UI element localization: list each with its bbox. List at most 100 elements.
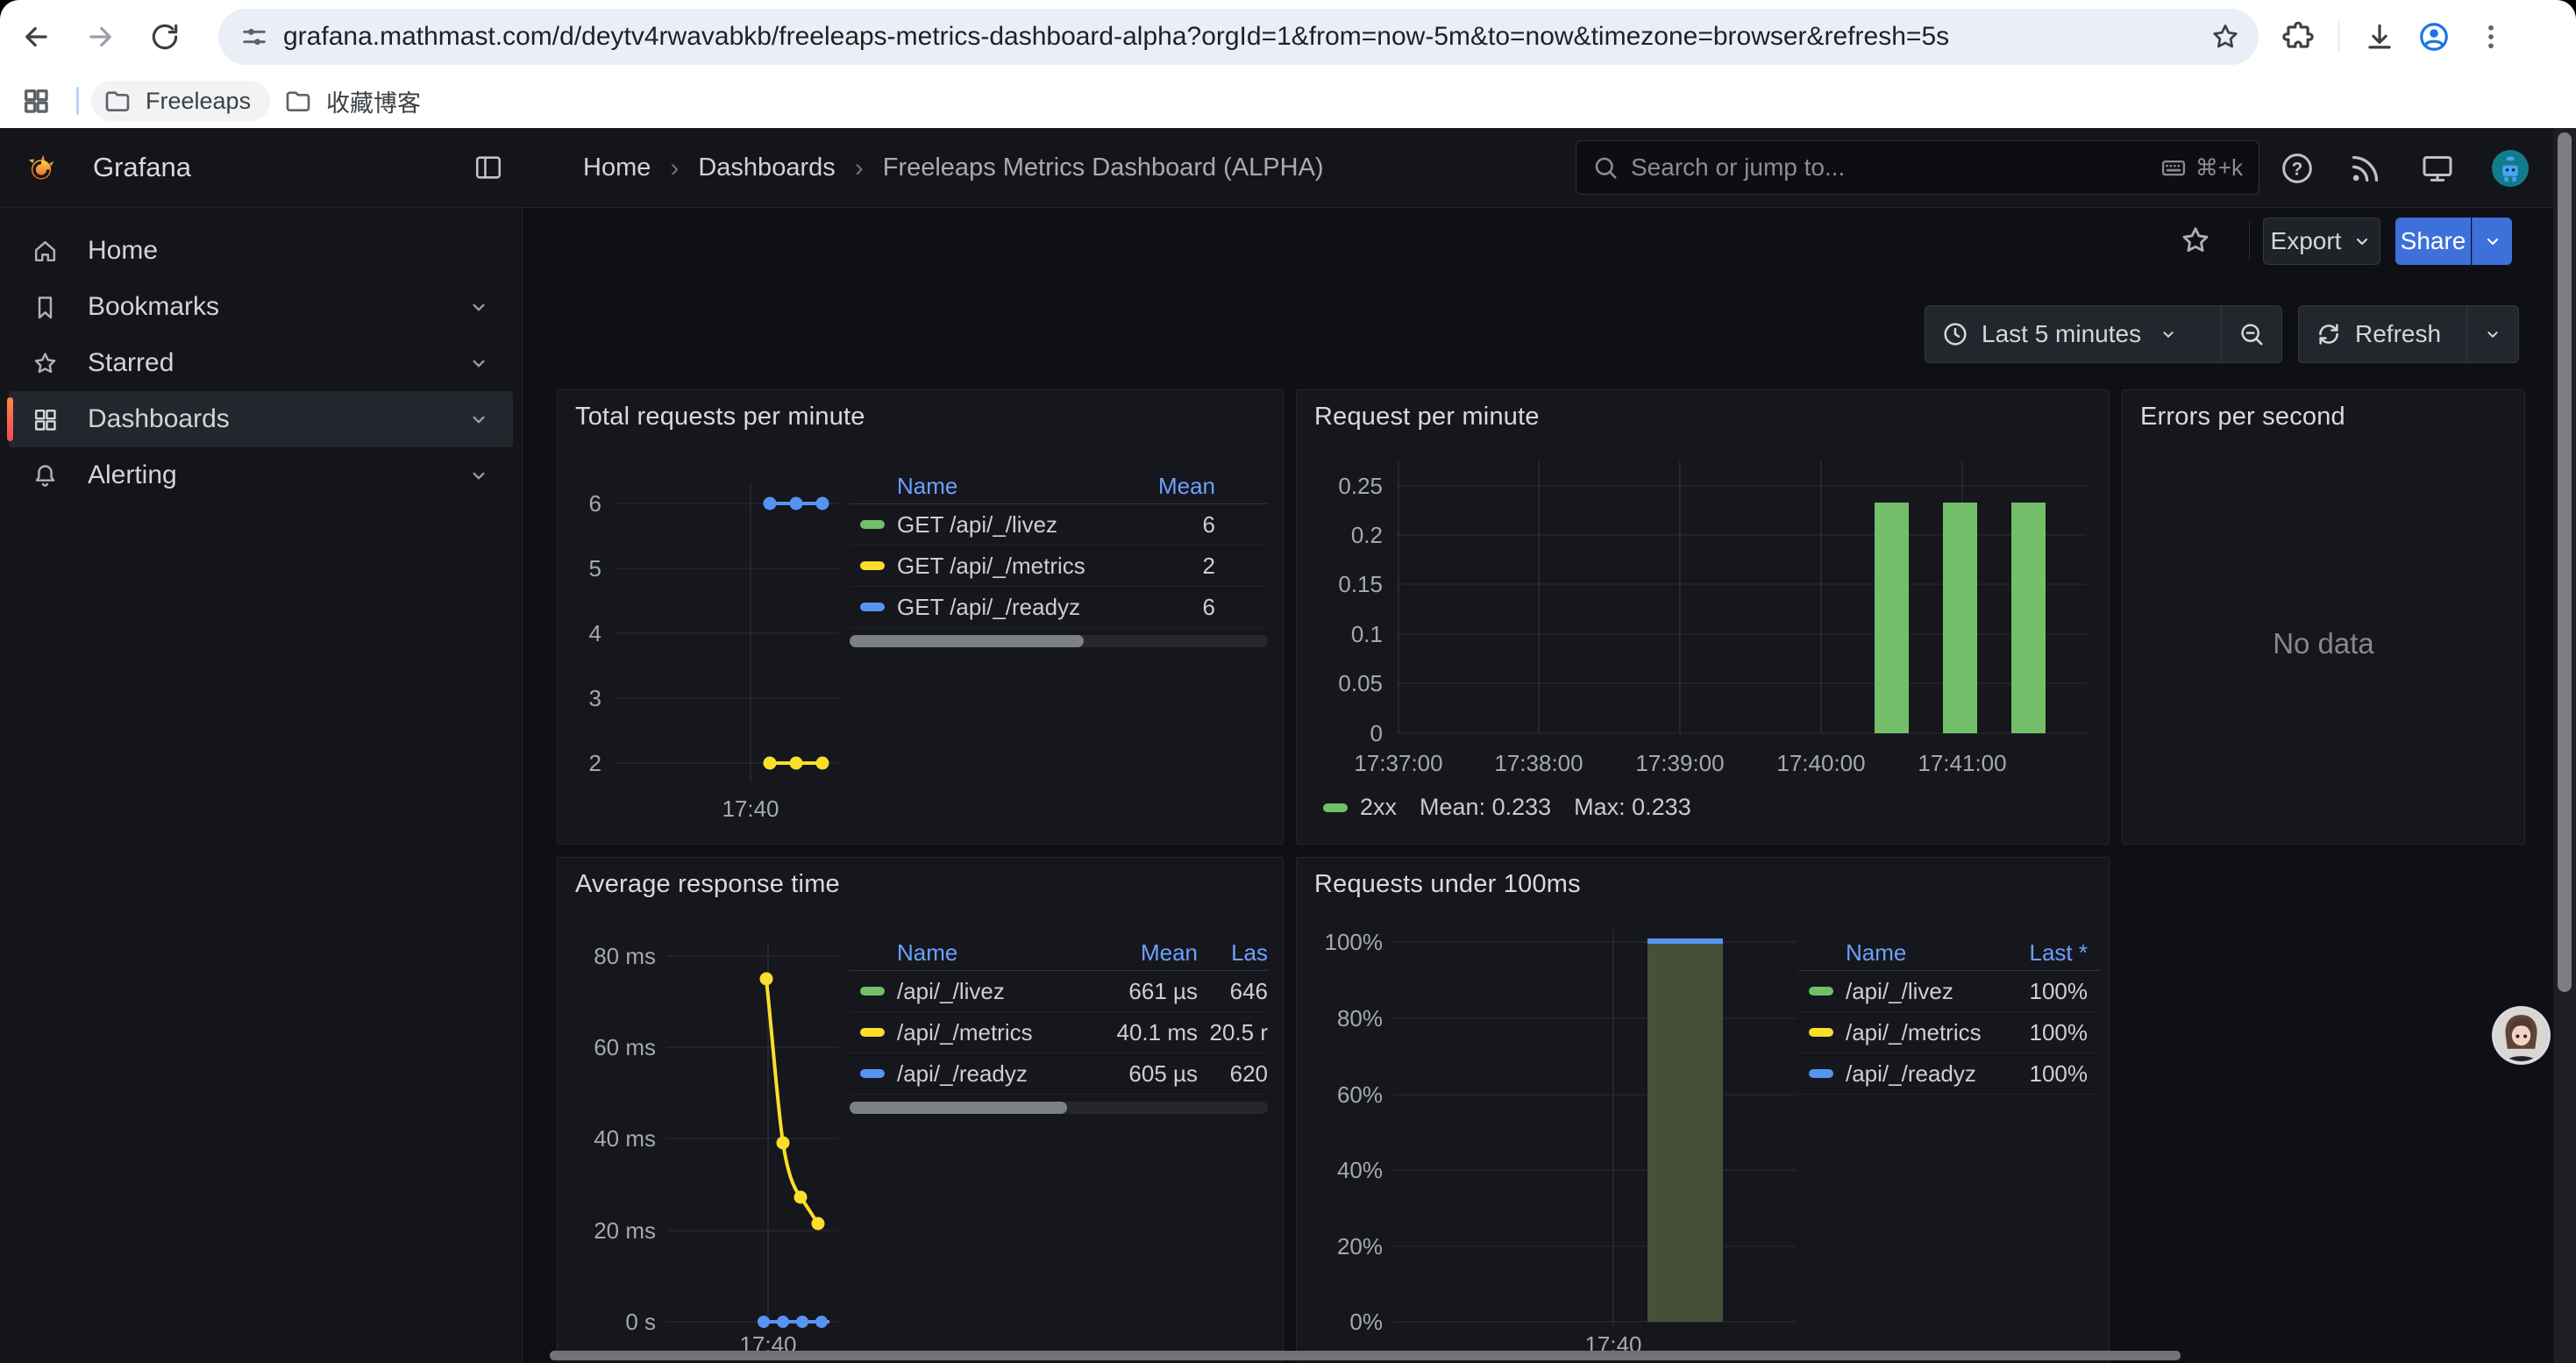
share-menu-button[interactable] bbox=[2472, 218, 2512, 265]
sidebar-item-bookmarks[interactable]: Bookmarks bbox=[9, 279, 513, 335]
apps-grid-icon[interactable] bbox=[21, 86, 51, 116]
legend-row[interactable]: /api/_/metrics 40.1 ms 20.5 r bbox=[850, 1012, 1268, 1053]
series-color-pill bbox=[860, 520, 885, 529]
series-name[interactable]: GET /api/_/metrics bbox=[897, 553, 1110, 580]
breadcrumb: Home › Dashboards › Freeleaps Metrics Da… bbox=[583, 128, 1324, 208]
share-button[interactable]: Share bbox=[2395, 218, 2471, 265]
series-name[interactable]: /api/_/readyz bbox=[897, 1060, 1092, 1088]
back-icon[interactable] bbox=[19, 20, 53, 54]
panel-errors-per-second[interactable]: Errors per second No data bbox=[2122, 389, 2525, 845]
breadcrumb-dashboards[interactable]: Dashboards bbox=[698, 153, 835, 182]
series-name[interactable]: GET /api/_/readyz bbox=[897, 594, 1110, 621]
total-requests-line-chart[interactable]: 6 5 4 3 2 17:40 bbox=[575, 439, 847, 834]
site-info-icon[interactable] bbox=[239, 22, 269, 52]
horizontal-scrollbar-thumb[interactable] bbox=[550, 1351, 2181, 1360]
export-button[interactable]: Export bbox=[2263, 218, 2380, 265]
sidebar-item-alerting[interactable]: Alerting bbox=[9, 447, 513, 503]
news-icon[interactable] bbox=[2348, 151, 2383, 186]
bookmark-folder-freeleaps[interactable]: Freeleaps bbox=[91, 81, 270, 121]
chevron-down-icon[interactable] bbox=[467, 296, 490, 318]
time-range-picker[interactable]: Last 5 minutes bbox=[1925, 306, 2221, 362]
scrollbar-thumb[interactable] bbox=[850, 635, 1084, 647]
series-last: 646 bbox=[1198, 978, 1268, 1005]
user-avatar[interactable] bbox=[2492, 150, 2529, 187]
legend-col-last[interactable]: Last * bbox=[2000, 939, 2088, 967]
panel-average-response-time[interactable]: Average response time 80 ms 60 ms 40 ms … bbox=[557, 857, 1284, 1363]
sidebar-item-dashboards[interactable]: Dashboards bbox=[9, 391, 513, 447]
requests-under-100ms-bar-chart[interactable]: 100% 80% 60% 40% 20% 0% 17:40 bbox=[1306, 907, 1802, 1356]
clock-icon bbox=[1941, 320, 1969, 348]
panel-total-requests[interactable]: Total requests per minute 6 5 4 3 2 17:4… bbox=[557, 389, 1284, 845]
chevron-down-icon[interactable] bbox=[467, 352, 490, 375]
series-name[interactable]: /api/_/readyz bbox=[1846, 1060, 2000, 1088]
legend-row[interactable]: /api/_/livez 661 µs 646 bbox=[850, 971, 1268, 1012]
bookmark-star-icon[interactable] bbox=[2210, 21, 2241, 53]
panel-request-per-minute[interactable]: Request per minute 0.25 0.2 0.15 0.1 0.0… bbox=[1296, 389, 2110, 845]
bar[interactable] bbox=[1875, 503, 1909, 733]
sidebar-item-label: Bookmarks bbox=[88, 292, 219, 322]
profile-icon[interactable] bbox=[2417, 20, 2451, 54]
grafana-logo[interactable] bbox=[25, 151, 58, 184]
menu-kebab-icon[interactable] bbox=[2474, 20, 2508, 54]
search-box[interactable]: ⌘+k bbox=[1576, 140, 2259, 195]
sidebar-item-home[interactable]: Home bbox=[9, 223, 513, 279]
series-name[interactable]: /api/_/metrics bbox=[897, 1019, 1092, 1046]
folder-icon bbox=[103, 87, 132, 115]
bookmark-folder-label: 收藏博客 bbox=[326, 84, 421, 118]
legend-scrollbar[interactable] bbox=[850, 1102, 1268, 1114]
bar[interactable] bbox=[1943, 503, 1977, 733]
reload-icon[interactable] bbox=[148, 20, 181, 54]
legend-row[interactable]: 2xx Mean: 0.233 Max: 0.233 bbox=[1323, 794, 1714, 821]
legend-col-last[interactable]: Las bbox=[1198, 939, 1268, 967]
sidebar-toggle-icon[interactable] bbox=[473, 153, 503, 182]
search-input[interactable] bbox=[1631, 153, 2159, 182]
vertical-scrollbar-thumb[interactable] bbox=[2558, 132, 2572, 992]
average-response-time-line-chart[interactable]: 80 ms 60 ms 40 ms 20 ms 0 s 17:40 bbox=[575, 907, 847, 1356]
legend-col-mean[interactable]: Mean bbox=[1092, 939, 1198, 967]
legend-row[interactable]: /api/_/readyz 100% bbox=[1798, 1053, 2100, 1095]
y-tick: 6 bbox=[589, 490, 601, 517]
extensions-icon[interactable] bbox=[2281, 20, 2315, 54]
y-tick: 60% bbox=[1337, 1081, 1383, 1108]
bar[interactable] bbox=[2011, 503, 2046, 733]
series-color-pill bbox=[860, 1028, 885, 1037]
zoom-out-button[interactable] bbox=[2222, 306, 2281, 362]
legend-col-mean[interactable]: Mean bbox=[1110, 473, 1215, 500]
bookmark-folder-blogs[interactable]: 收藏博客 bbox=[279, 81, 435, 121]
y-tick: 0% bbox=[1349, 1309, 1383, 1335]
favorite-star-icon[interactable] bbox=[2179, 224, 2212, 257]
chevron-down-icon[interactable] bbox=[467, 408, 490, 431]
legend-col-name[interactable]: Name bbox=[850, 473, 1110, 500]
series-name[interactable]: /api/_/livez bbox=[897, 978, 1092, 1005]
series-name[interactable]: 2xx bbox=[1360, 794, 1397, 821]
legend-col-name[interactable]: Name bbox=[850, 939, 1092, 967]
download-icon[interactable] bbox=[2363, 20, 2396, 54]
legend-row[interactable]: /api/_/metrics 100% bbox=[1798, 1012, 2100, 1053]
legend-col-name[interactable]: Name bbox=[1798, 939, 2000, 967]
legend-row[interactable]: GET /api/_/readyz 6 bbox=[850, 587, 1268, 628]
series-name[interactable]: /api/_/livez bbox=[1846, 978, 2000, 1005]
kiosk-mode-icon[interactable] bbox=[2420, 151, 2455, 186]
breadcrumb-home[interactable]: Home bbox=[583, 153, 651, 182]
chevron-down-icon[interactable] bbox=[467, 464, 490, 487]
series-name[interactable]: GET /api/_/livez bbox=[897, 511, 1110, 539]
refresh-button[interactable]: Refresh bbox=[2299, 306, 2466, 362]
floating-assistant-avatar[interactable] bbox=[2492, 1006, 2551, 1065]
panel-requests-under-100ms[interactable]: Requests under 100ms 100% 80% 60% 40% 20… bbox=[1296, 857, 2110, 1363]
legend-row[interactable]: /api/_/livez 100% bbox=[1798, 971, 2100, 1012]
sidebar-item-starred[interactable]: Starred bbox=[9, 335, 513, 391]
forward-icon[interactable] bbox=[84, 20, 117, 54]
request-per-minute-bar-chart[interactable]: 0.25 0.2 0.15 0.1 0.05 0 17:37:00 17:38:… bbox=[1314, 439, 2093, 790]
refresh-interval-button[interactable] bbox=[2467, 306, 2518, 362]
y-tick: 100% bbox=[1325, 929, 1384, 955]
legend-row[interactable]: /api/_/readyz 605 µs 620 bbox=[850, 1053, 1268, 1095]
legend-row[interactable]: GET /api/_/metrics 2 bbox=[850, 546, 1268, 587]
legend-scrollbar[interactable] bbox=[850, 635, 1268, 647]
help-icon[interactable]: ? bbox=[2280, 151, 2315, 186]
legend-row[interactable]: GET /api/_/livez 6 bbox=[850, 504, 1268, 546]
address-bar[interactable] bbox=[218, 9, 2259, 65]
url-input[interactable] bbox=[283, 22, 2197, 52]
series-name[interactable]: /api/_/metrics bbox=[1846, 1019, 2000, 1046]
bar[interactable] bbox=[1647, 942, 1723, 1322]
scrollbar-thumb[interactable] bbox=[850, 1102, 1067, 1114]
